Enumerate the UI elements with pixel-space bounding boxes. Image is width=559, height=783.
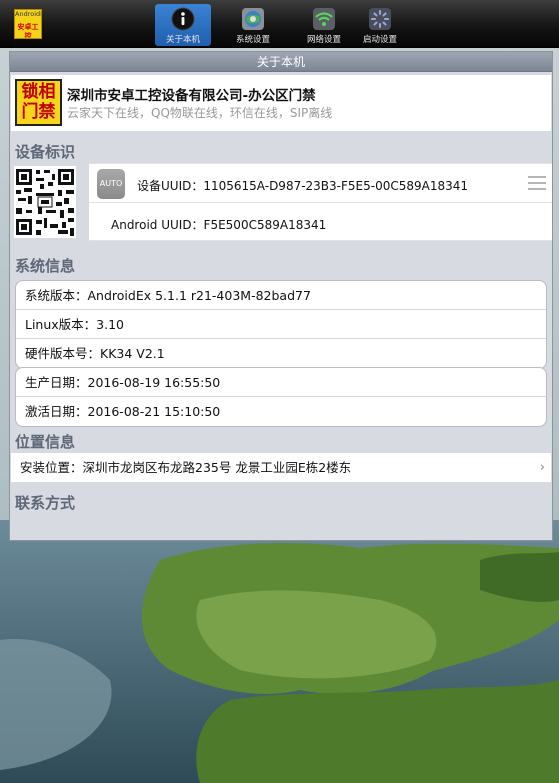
app-logo: AndroidEx 安卓工控 <box>14 9 42 39</box>
install-location-text: 安装位置：深圳市龙岗区布龙路235号 龙景工业园E栋2楼东 <box>20 460 352 475</box>
app-logo-line1: AndroidEx <box>15 10 41 18</box>
system-settings-icon <box>242 8 264 30</box>
tab-startup-settings-label: 启动设置 <box>362 35 397 45</box>
tab-network-settings-label: 网络设置 <box>306 35 341 45</box>
about-panel: 关于本机 锁相 门禁 深圳市安卓工控设备有限公司-办公区门禁 云家天下在线，QQ… <box>9 51 553 541</box>
date-info-group: 生产日期：2016-08-19 16:55:50 激活日期：2016-08-21… <box>15 367 547 427</box>
company-status: 云家天下在线，QQ物联在线，环信在线，SIP离线 <box>67 106 333 120</box>
section-title-location: 位置信息 <box>15 433 76 451</box>
chevron-right-icon: › <box>539 460 545 475</box>
tab-about[interactable]: 关于本机 <box>155 4 211 46</box>
tab-system-settings-label: 系统设置 <box>235 35 270 45</box>
company-logo: 锁相 门禁 <box>15 79 62 126</box>
install-location-row[interactable]: 安装位置：深圳市龙岗区布龙路235号 龙景工业园E栋2楼东 › <box>11 453 551 482</box>
auto-button[interactable]: AUTO <box>97 169 125 199</box>
divider <box>89 202 552 203</box>
menu-icon[interactable] <box>528 176 546 190</box>
wifi-icon <box>313 8 335 30</box>
production-date-row: 生产日期：2016-08-19 16:55:50 <box>16 368 546 397</box>
company-card: 锁相 门禁 深圳市安卓工控设备有限公司-办公区门禁 云家天下在线，QQ物联在线，… <box>11 75 551 131</box>
android-uuid: Android UUID：F5E500C589A18341 <box>111 218 327 232</box>
app-logo-line2: 安卓工控 <box>17 23 39 39</box>
top-toolbar: AndroidEx 安卓工控 关于本机 系统设置 网络设置 <box>0 0 559 48</box>
device-uuid: 设备UUID：1105615A-D987-23B3-F5E5-00C589A18… <box>137 179 469 193</box>
system-version-row: 系统版本：AndroidEx 5.1.1 r21-403M-82bad77 <box>16 281 546 310</box>
tab-startup-settings[interactable]: 启动设置 <box>352 4 408 46</box>
company-name: 深圳市安卓工控设备有限公司-办公区门禁 <box>67 88 316 104</box>
linux-version-row: Linux版本：3.10 <box>16 310 546 339</box>
company-logo-text-1: 锁相 <box>21 82 56 102</box>
tab-system-settings[interactable]: 系统设置 <box>225 4 281 46</box>
location-group: 安装位置：深圳市龙岗区布龙路235号 龙景工业园E栋2楼东 › <box>11 453 551 482</box>
tab-network-settings[interactable]: 网络设置 <box>296 4 352 46</box>
section-title-identity: 设备标识 <box>15 143 76 161</box>
hardware-version-row: 硬件版本号：KK34 V2.1 <box>25 346 165 361</box>
activation-date-row: 激活日期：2016-08-21 15:10:50 <box>25 404 221 419</box>
startup-icon <box>369 8 391 30</box>
company-logo-text-2: 门禁 <box>21 102 56 122</box>
tab-about-label: 关于本机 <box>165 35 200 45</box>
panel-title: 关于本机 <box>10 52 552 72</box>
info-icon <box>171 7 195 31</box>
section-title-contact: 联系方式 <box>15 494 76 512</box>
system-info-group: 系统版本：AndroidEx 5.1.1 r21-403M-82bad77 Li… <box>15 280 547 369</box>
identity-card: AUTO 设备UUID：1105615A-D987-23B3-F5E5-00C5… <box>89 163 552 241</box>
qr-code <box>14 166 76 238</box>
section-title-system: 系统信息 <box>15 257 76 275</box>
